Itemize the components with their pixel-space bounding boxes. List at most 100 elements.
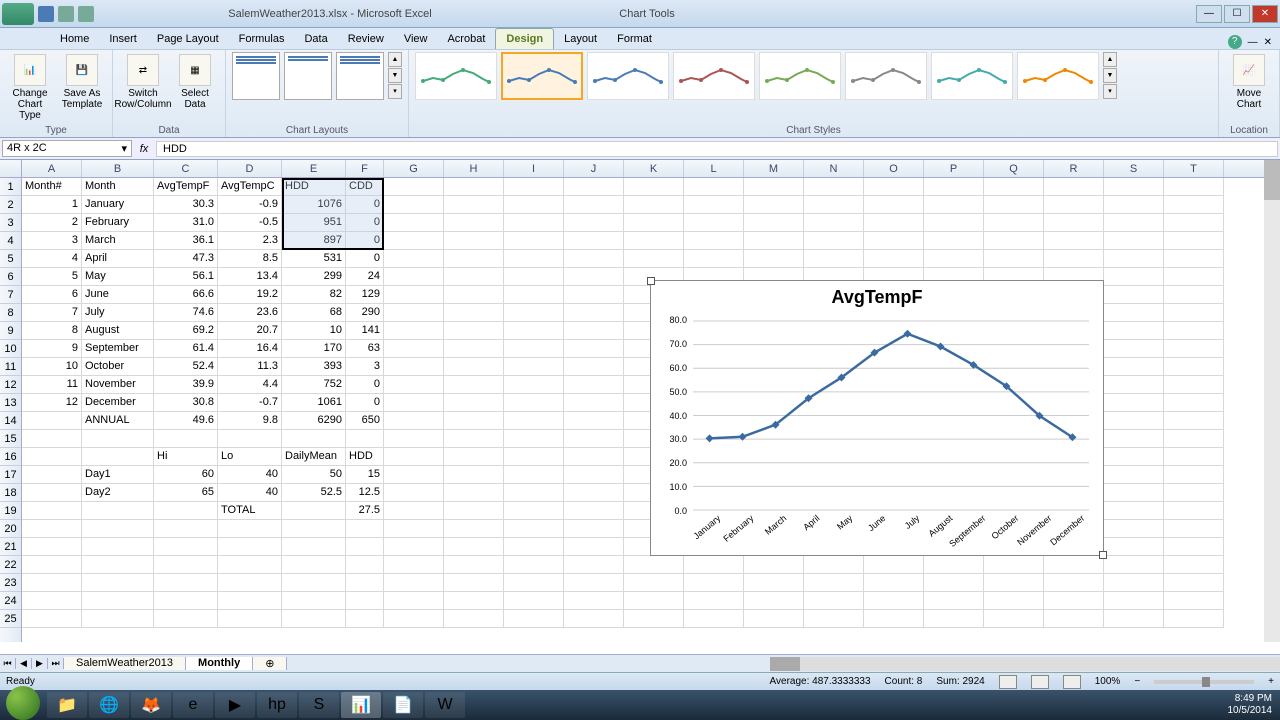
cell[interactable]	[924, 214, 984, 232]
chart-style-6[interactable]	[845, 52, 927, 100]
cell[interactable]	[744, 178, 804, 196]
cell[interactable]	[684, 196, 744, 214]
col-header-K[interactable]: K	[624, 160, 684, 177]
cell[interactable]	[504, 178, 564, 196]
chart-style-8[interactable]	[1017, 52, 1099, 100]
cell[interactable]: 393	[282, 358, 346, 376]
cell[interactable]	[504, 322, 564, 340]
cell[interactable]	[384, 448, 444, 466]
cell[interactable]	[924, 556, 984, 574]
cell[interactable]	[864, 250, 924, 268]
cell[interactable]	[1104, 232, 1164, 250]
cell[interactable]	[1164, 466, 1224, 484]
cell[interactable]	[1164, 592, 1224, 610]
row-header-25[interactable]: 25	[0, 610, 21, 628]
style-more[interactable]: ▾	[1103, 84, 1117, 99]
cell[interactable]	[1164, 520, 1224, 538]
cell[interactable]	[384, 322, 444, 340]
cell[interactable]	[1104, 340, 1164, 358]
cell[interactable]	[1164, 448, 1224, 466]
cell[interactable]	[624, 574, 684, 592]
cell[interactable]	[384, 574, 444, 592]
row-header-18[interactable]: 18	[0, 484, 21, 502]
qat-undo-icon[interactable]	[58, 6, 74, 22]
cell[interactable]	[804, 178, 864, 196]
cell[interactable]	[984, 610, 1044, 628]
cell[interactable]	[564, 610, 624, 628]
col-header-C[interactable]: C	[154, 160, 218, 177]
cell[interactable]: 61.4	[154, 340, 218, 358]
cell[interactable]	[504, 304, 564, 322]
cell[interactable]	[384, 394, 444, 412]
cell[interactable]	[564, 502, 624, 520]
cell[interactable]	[22, 448, 82, 466]
row-header-1[interactable]: 1	[0, 178, 21, 196]
cell[interactable]	[504, 574, 564, 592]
cell[interactable]	[444, 196, 504, 214]
cell[interactable]: Month#	[22, 178, 82, 196]
cell[interactable]	[1164, 376, 1224, 394]
cell[interactable]	[282, 430, 346, 448]
cell[interactable]	[564, 268, 624, 286]
cell[interactable]	[504, 394, 564, 412]
cell[interactable]	[22, 484, 82, 502]
cell[interactable]	[1104, 268, 1164, 286]
vertical-scrollbar[interactable]	[1264, 160, 1280, 642]
tab-design[interactable]: Design	[495, 28, 554, 49]
cell[interactable]	[1104, 196, 1164, 214]
tab-page-layout[interactable]: Page Layout	[147, 29, 229, 49]
cell[interactable]	[1104, 412, 1164, 430]
taskbar-ie-icon[interactable]: e	[173, 692, 213, 718]
tab-layout[interactable]: Layout	[554, 29, 607, 49]
cell[interactable]	[154, 592, 218, 610]
row-header-13[interactable]: 13	[0, 394, 21, 412]
start-button[interactable]	[6, 686, 40, 720]
cell[interactable]	[444, 412, 504, 430]
cell[interactable]	[1164, 574, 1224, 592]
cell[interactable]	[564, 538, 624, 556]
cell[interactable]: 36.1	[154, 232, 218, 250]
cell[interactable]	[22, 466, 82, 484]
cell[interactable]	[154, 502, 218, 520]
cell[interactable]	[804, 556, 864, 574]
sheet-nav-last[interactable]: ⏭	[48, 658, 64, 669]
cell[interactable]	[864, 574, 924, 592]
cell[interactable]: 170	[282, 340, 346, 358]
cell[interactable]: 1076	[282, 196, 346, 214]
cell[interactable]: August	[82, 322, 154, 340]
col-header-I[interactable]: I	[504, 160, 564, 177]
col-header-Q[interactable]: Q	[984, 160, 1044, 177]
chart-style-5[interactable]	[759, 52, 841, 100]
cell[interactable]: 9.8	[218, 412, 282, 430]
cell[interactable]: 1061	[282, 394, 346, 412]
cell[interactable]: AvgTempC	[218, 178, 282, 196]
cell[interactable]	[1104, 520, 1164, 538]
row-header-2[interactable]: 2	[0, 196, 21, 214]
cell[interactable]	[444, 214, 504, 232]
cell[interactable]: 4	[22, 250, 82, 268]
cell[interactable]	[444, 340, 504, 358]
cell[interactable]	[984, 196, 1044, 214]
cell[interactable]: 20.7	[218, 322, 282, 340]
cell[interactable]	[564, 556, 624, 574]
cell[interactable]	[82, 502, 154, 520]
cell[interactable]	[1164, 430, 1224, 448]
cell[interactable]	[282, 610, 346, 628]
cell[interactable]	[1104, 376, 1164, 394]
save-as-template-button[interactable]: 💾Save As Template	[58, 52, 106, 110]
layout-up[interactable]: ▲	[388, 52, 402, 67]
row-header-22[interactable]: 22	[0, 556, 21, 574]
cell[interactable]	[444, 268, 504, 286]
taskbar-explorer-icon[interactable]: 📁	[47, 692, 87, 718]
cell[interactable]: Lo	[218, 448, 282, 466]
row-header-7[interactable]: 7	[0, 286, 21, 304]
cell[interactable]: 752	[282, 376, 346, 394]
cell[interactable]: Hi	[154, 448, 218, 466]
cell[interactable]	[924, 196, 984, 214]
sheet-nav-prev[interactable]: ◀	[16, 658, 32, 669]
cell[interactable]	[1104, 556, 1164, 574]
cell[interactable]	[564, 250, 624, 268]
cell[interactable]	[218, 430, 282, 448]
cell[interactable]	[154, 610, 218, 628]
cell[interactable]: 82	[282, 286, 346, 304]
